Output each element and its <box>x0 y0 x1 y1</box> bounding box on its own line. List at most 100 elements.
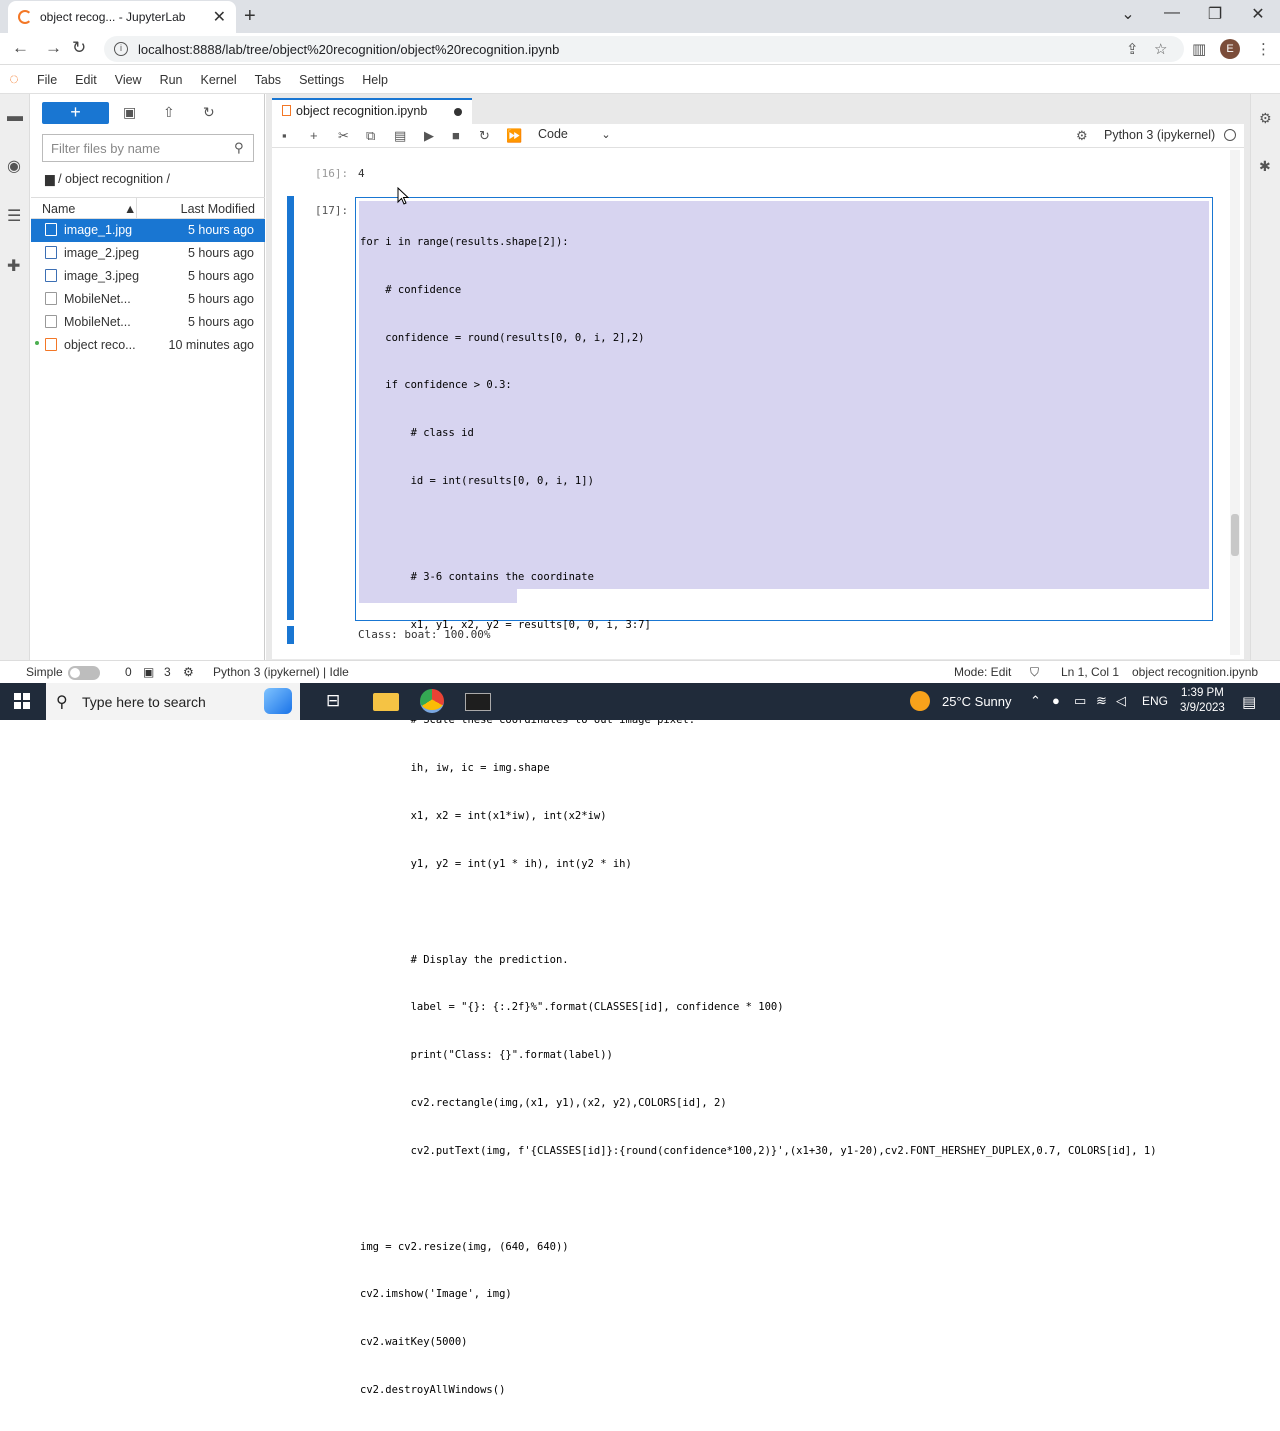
clock[interactable]: 1:39 PM 3/9/2023 <box>1180 686 1225 716</box>
copy-icon[interactable]: ⧉ <box>366 128 375 144</box>
code-line: cv2.waitKey(5000) <box>360 1336 468 1349</box>
code-line: confidence = round(results[0, 0, i, 2],2… <box>360 331 645 344</box>
column-modified-header[interactable]: Last Modified <box>181 202 255 216</box>
terminals-count[interactable]: 0 <box>125 665 132 679</box>
gear-icon[interactable]: ⚙ <box>1076 128 1088 144</box>
code-content[interactable]: for i in range(results.shape[2]): # conf… <box>360 203 1157 1431</box>
microphone-icon[interactable]: ● <box>1052 693 1060 708</box>
menu-view[interactable]: View <box>106 73 151 87</box>
file-row[interactable]: image_1.jpg 5 hours ago <box>31 219 265 242</box>
menu-help[interactable]: Help <box>353 73 397 87</box>
file-row[interactable]: object reco... 10 minutes ago <box>31 334 265 357</box>
tab-search-icon[interactable]: ⌄ <box>1108 4 1148 24</box>
reload-icon[interactable]: ↻ <box>72 38 86 58</box>
side-panel-icon[interactable]: ▥ <box>1192 40 1206 58</box>
unsaved-indicator-icon[interactable] <box>454 108 462 116</box>
upload-icon[interactable]: ⇧ <box>163 104 175 121</box>
breadcrumb-path[interactable]: / object recognition / <box>58 172 170 186</box>
fast-forward-icon[interactable]: ⏩ <box>506 128 522 144</box>
table-of-contents-icon[interactable]: ☰ <box>7 206 21 226</box>
search-highlight-icon[interactable] <box>264 688 292 714</box>
menu-run[interactable]: Run <box>151 73 192 87</box>
terminal-app-icon[interactable] <box>465 693 491 711</box>
file-modified: 5 hours ago <box>187 315 254 329</box>
avatar[interactable]: E <box>1220 39 1240 59</box>
active-cell-indicator[interactable] <box>287 196 294 620</box>
minimize-button[interactable]: — <box>1152 4 1192 22</box>
menu-kernel[interactable]: Kernel <box>192 73 246 87</box>
cut-icon[interactable]: ✂ <box>338 128 349 144</box>
code-line: cv2.putText(img, f'{CLASSES[id]}:{round(… <box>360 1144 1157 1157</box>
menu-edit[interactable]: Edit <box>66 73 106 87</box>
refresh-icon[interactable]: ↻ <box>203 104 215 121</box>
windows-start-icon[interactable] <box>14 693 30 709</box>
column-name-header[interactable]: Name ▲ <box>42 202 136 216</box>
folder-icon[interactable]: ▆ <box>45 172 55 186</box>
scrollbar-thumb[interactable] <box>1231 514 1239 556</box>
code-editor[interactable]: for i in range(results.shape[2]): # conf… <box>355 197 1213 1396</box>
menu-file[interactable]: File <box>28 73 66 87</box>
maximize-button[interactable]: ❐ <box>1195 4 1235 24</box>
kernels-count[interactable]: 3 <box>164 665 171 679</box>
cell-type-select[interactable]: Code ⌄ <box>538 127 611 141</box>
forward-icon[interactable]: → <box>45 38 62 58</box>
url-bar[interactable]: i localhost:8888/lab/tree/object%20recog… <box>104 36 1184 62</box>
paste-icon[interactable]: ▤ <box>394 128 406 144</box>
file-row[interactable]: MobileNet... 5 hours ago <box>31 288 265 311</box>
bookmark-star-icon[interactable]: ☆ <box>1154 40 1167 58</box>
notebook-file-icon <box>45 338 57 351</box>
new-tab-button[interactable]: + <box>244 5 256 28</box>
monitor-icon[interactable]: ▭ <box>1074 693 1086 709</box>
new-folder-icon[interactable]: ▣ <box>123 104 136 121</box>
close-tab-icon[interactable]: ✕ <box>213 7 226 27</box>
back-icon[interactable]: ← <box>12 38 29 58</box>
notebook-tab[interactable]: object recognition.ipynb <box>272 98 472 124</box>
info-icon[interactable]: i <box>114 42 128 56</box>
breadcrumb[interactable]: ▆ / object recognition / <box>45 171 170 186</box>
code-line: # class id <box>360 427 474 440</box>
shield-icon[interactable]: ⛉ <box>1030 665 1039 680</box>
vertical-scrollbar[interactable] <box>1230 150 1240 655</box>
close-window-button[interactable]: ✕ <box>1238 4 1278 24</box>
chrome-icon[interactable] <box>420 689 444 713</box>
code-line: cv2.destroyAllWindows() <box>360 1384 506 1397</box>
debugger-icon[interactable]: ✱ <box>1259 158 1271 175</box>
new-launcher-button[interactable]: + <box>42 102 109 124</box>
browser-tab[interactable]: object recog... - JupyterLab ✕ <box>8 1 236 33</box>
restart-icon[interactable]: ↻ <box>479 128 490 144</box>
property-inspector-icon[interactable]: ⚙ <box>1259 110 1272 127</box>
output-collapser[interactable] <box>287 626 294 644</box>
folder-icon[interactable]: ▬ <box>7 108 23 126</box>
share-icon[interactable]: ⇪ <box>1126 40 1139 58</box>
save-icon[interactable]: ▪ <box>282 128 287 143</box>
stop-icon[interactable]: ■ <box>452 128 460 143</box>
language-indicator[interactable]: ENG <box>1142 694 1168 708</box>
extensions-icon[interactable]: ✚ <box>7 256 20 276</box>
task-view-icon[interactable]: ⊟ <box>326 691 352 715</box>
volume-icon[interactable]: ◁ <box>1116 693 1126 709</box>
running-kernels-icon[interactable]: ◉ <box>7 156 21 176</box>
file-row[interactable]: image_2.jpeg 5 hours ago <box>31 242 265 265</box>
cursor-position[interactable]: Ln 1, Col 1 <box>1061 665 1119 679</box>
more-menu-icon[interactable]: ⋮ <box>1256 40 1271 58</box>
file-modified: 5 hours ago <box>187 269 254 283</box>
taskbar-search[interactable]: ⚲ Type here to search <box>46 683 300 720</box>
filter-files-input[interactable] <box>42 134 254 162</box>
column-divider[interactable] <box>136 198 137 219</box>
insert-cell-icon[interactable]: + <box>310 128 318 143</box>
chevron-up-icon[interactable]: ⌃ <box>1030 693 1041 709</box>
wifi-icon[interactable]: ≋ <box>1096 693 1107 709</box>
menu-tabs[interactable]: Tabs <box>246 73 290 87</box>
notifications-icon[interactable]: ▤ <box>1242 693 1256 711</box>
file-row[interactable]: MobileNet... 5 hours ago <box>31 311 265 334</box>
weather-text[interactable]: 25°C Sunny <box>942 694 1012 709</box>
simple-mode-toggle[interactable] <box>68 666 100 680</box>
kernel-name[interactable]: Python 3 (ipykernel) <box>1104 128 1215 142</box>
run-icon[interactable]: ▶ <box>424 128 434 144</box>
url-text: localhost:8888/lab/tree/object%20recogni… <box>138 41 560 57</box>
file-row[interactable]: image_3.jpeg 5 hours ago <box>31 265 265 288</box>
file-explorer-icon[interactable] <box>373 693 399 711</box>
weather-icon[interactable] <box>910 691 930 711</box>
kernel-status[interactable]: Python 3 (ipykernel) | Idle <box>213 665 349 679</box>
menu-settings[interactable]: Settings <box>290 73 353 87</box>
